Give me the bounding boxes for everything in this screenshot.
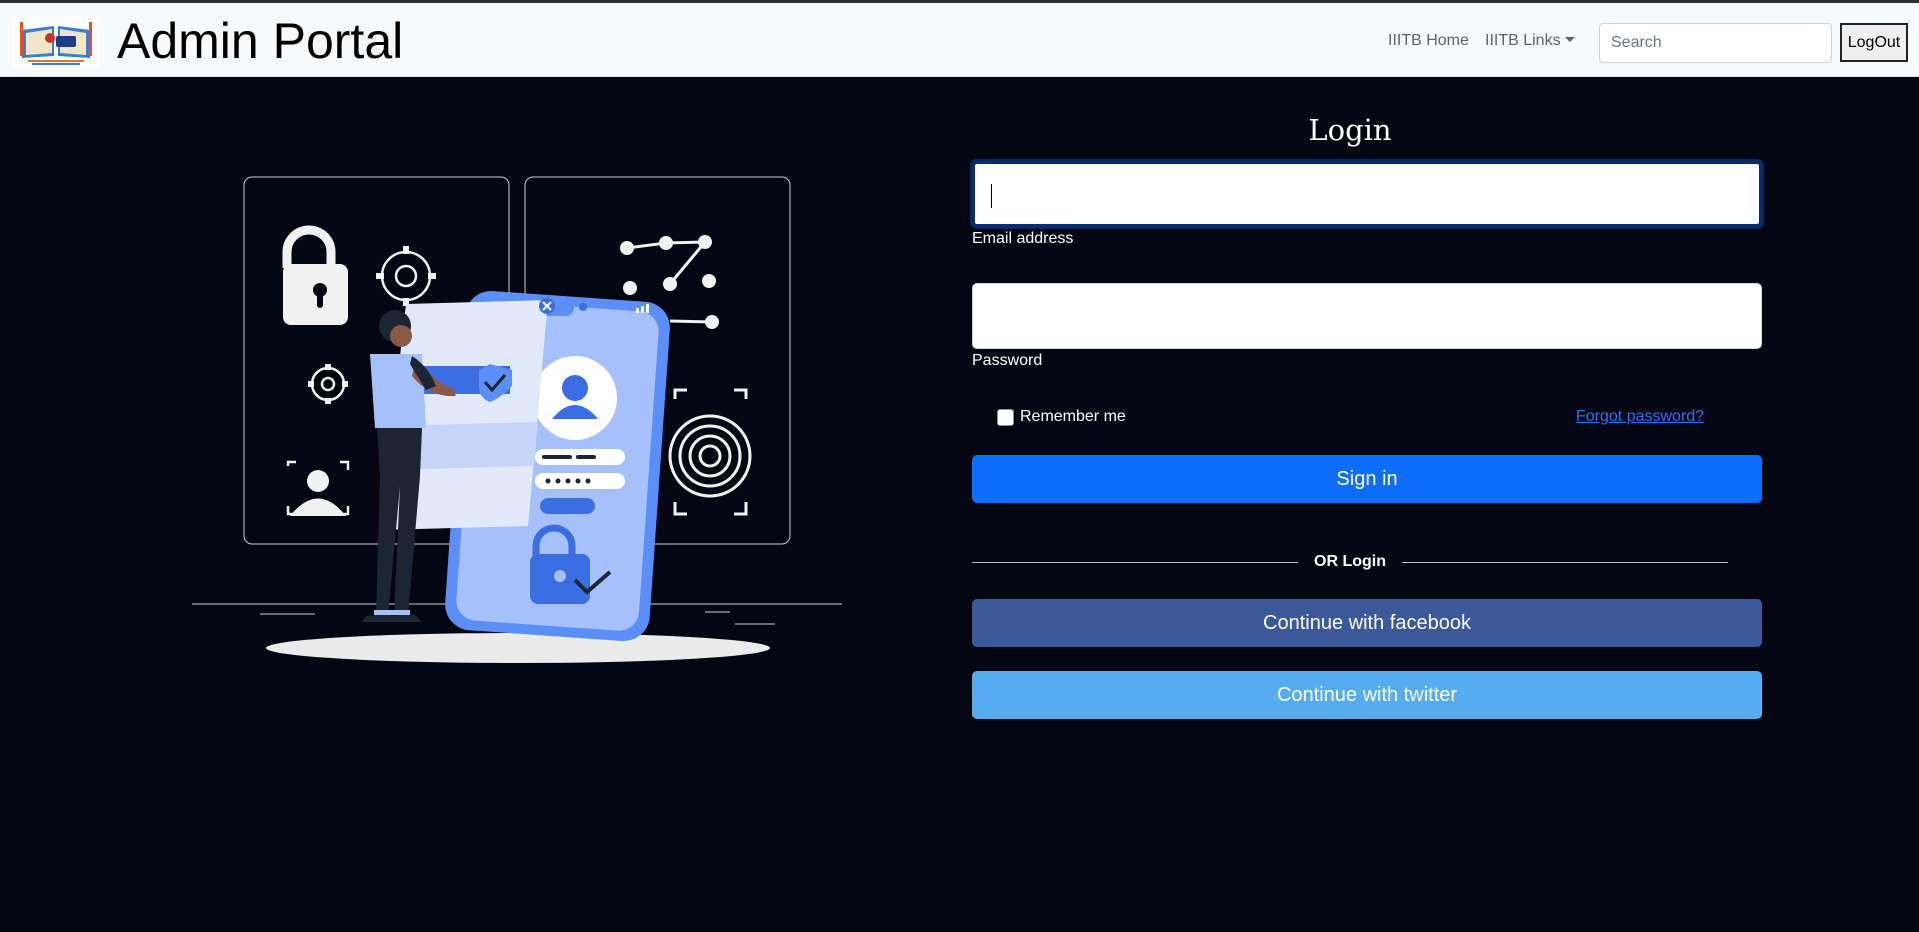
sign-in-button[interactable]: Sign in [972, 455, 1762, 503]
nav-iiitb-links-dropdown[interactable]: IIITB Links [1485, 31, 1575, 51]
iiitb-logo[interactable] [12, 16, 100, 66]
logout-button[interactable]: LogOut [1840, 23, 1908, 62]
email-field[interactable] [972, 161, 1762, 227]
login-illustration [190, 176, 850, 671]
remember-me-label: Remember me [1020, 408, 1126, 425]
forgot-password-link[interactable]: Forgot password? [1576, 407, 1704, 427]
email-label: Email address [972, 230, 1074, 247]
divider-left [972, 562, 1298, 563]
or-login-divider: OR Login [1314, 553, 1386, 570]
navbar: Admin Portal IIITB Home IIITB Links LogO… [0, 3, 1919, 77]
twitter-login-button[interactable]: Continue with twitter [972, 671, 1762, 719]
remember-me-checkbox[interactable] [997, 408, 1014, 426]
page-title: Admin Portal [117, 13, 404, 69]
text-cursor [991, 184, 992, 208]
remember-me[interactable]: Remember me [997, 407, 1126, 427]
facebook-login-button[interactable]: Continue with facebook [972, 599, 1762, 647]
nav-iiitb-links-label: IIITB Links [1485, 32, 1561, 49]
divider-right [1402, 562, 1728, 563]
caret-down-icon [1564, 37, 1575, 42]
nav-iiitb-home[interactable]: IIITB Home [1388, 31, 1469, 51]
search-input[interactable] [1599, 23, 1832, 63]
login-title: Login [1308, 113, 1392, 147]
password-field[interactable] [972, 283, 1762, 349]
password-label: Password [972, 352, 1043, 369]
